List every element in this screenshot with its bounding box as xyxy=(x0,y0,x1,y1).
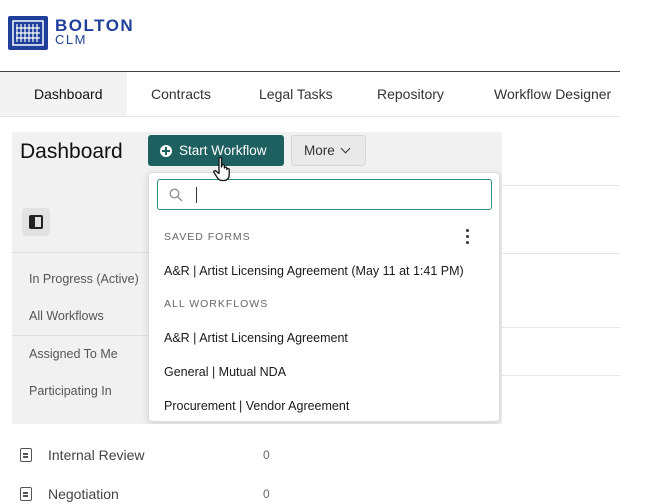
list-item-count: 0 xyxy=(263,487,270,501)
dashboard-panel: Dashboard Start Workflow More In Progres… xyxy=(12,132,502,424)
tab-dashboard[interactable]: Dashboard xyxy=(0,72,127,116)
chevron-down-icon xyxy=(340,143,351,154)
list-item[interactable]: Internal Review 0 xyxy=(20,447,270,463)
sidebar-toggle-button[interactable] xyxy=(22,208,50,236)
list-item[interactable]: Negotiation 0 xyxy=(20,486,270,502)
tab-contracts[interactable]: Contracts xyxy=(127,72,235,116)
row-divider xyxy=(500,375,620,376)
brand-logo[interactable]: BOLTON CLM xyxy=(8,16,134,50)
sidebar-item-assigned-to-me[interactable]: Assigned To Me xyxy=(29,347,118,361)
document-icon xyxy=(20,487,32,501)
hand-pointer-icon xyxy=(213,156,230,182)
brand-name: BOLTON xyxy=(55,16,135,35)
search-input[interactable] xyxy=(190,185,480,205)
row-divider xyxy=(500,253,620,254)
page-title: Dashboard xyxy=(20,140,123,163)
saved-form-item[interactable]: A&R | Artist Licensing Agreement (May 11… xyxy=(164,264,464,278)
list-item-label: Negotiation xyxy=(48,486,119,502)
row-divider xyxy=(500,185,620,186)
row-divider xyxy=(500,327,620,328)
logo-mark-icon xyxy=(8,16,48,50)
brand-subname: CLM xyxy=(55,32,87,47)
saved-forms-heading: SAVED FORMS xyxy=(164,231,251,243)
sidebar-item-in-progress[interactable]: In Progress (Active) xyxy=(29,272,139,286)
workflow-item[interactable]: General | Mutual NDA xyxy=(164,365,286,379)
tab-legal-tasks[interactable]: Legal Tasks xyxy=(235,72,353,116)
tab-workflow-designer[interactable]: Workflow Designer xyxy=(470,72,620,116)
sidebar-item-participating-in[interactable]: Participating In xyxy=(29,384,112,398)
main-nav: Dashboard Contracts Legal Tasks Reposito… xyxy=(0,72,620,117)
text-caret xyxy=(196,187,197,203)
search-icon xyxy=(169,188,183,202)
start-workflow-dropdown: SAVED FORMS A&R | Artist Licensing Agree… xyxy=(148,172,500,422)
all-workflows-heading: ALL WORKFLOWS xyxy=(164,298,269,310)
workflow-item[interactable]: A&R | Artist Licensing Agreement xyxy=(164,331,348,345)
workflow-item[interactable]: Procurement | Vendor Agreement xyxy=(164,399,349,413)
more-button[interactable]: More xyxy=(291,135,366,166)
list-item-count: 0 xyxy=(263,448,270,462)
list-item-label: Internal Review xyxy=(48,447,145,463)
sidebar-item-all-workflows[interactable]: All Workflows xyxy=(29,309,104,323)
more-options-icon[interactable] xyxy=(466,229,470,247)
document-icon xyxy=(20,448,32,462)
sidebar-icon xyxy=(29,215,43,229)
plus-circle-icon xyxy=(160,144,172,157)
tab-repository[interactable]: Repository xyxy=(353,72,470,116)
divider xyxy=(12,335,152,336)
divider xyxy=(12,252,152,253)
workflow-search-field[interactable] xyxy=(157,179,492,210)
